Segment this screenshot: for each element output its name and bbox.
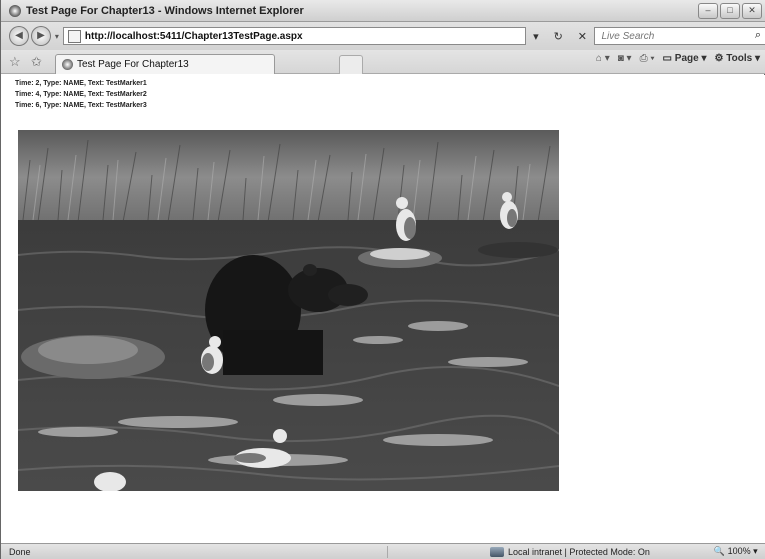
- marker-line: Time: 4, Type: NAME, Text: TestMarker2: [15, 91, 147, 98]
- new-tab-button[interactable]: [339, 55, 363, 74]
- marker-list: Time: 2, Type: NAME, Text: TestMarker1 T…: [15, 78, 147, 111]
- address-dropdown-icon[interactable]: ▾: [533, 30, 539, 43]
- divider: [387, 545, 388, 558]
- close-icon[interactable]: ✕: [742, 3, 762, 19]
- page-menu-label: Page: [674, 53, 699, 64]
- tools-menu-label: Tools: [726, 53, 753, 64]
- maximize-icon[interactable]: □: [720, 3, 740, 19]
- address-row: ◀ ▶ ▾ http://localhost:5411/Chapter13Tes…: [1, 22, 765, 50]
- tools-menu[interactable]: ⚙ Tools ▾: [715, 53, 761, 64]
- print-icon[interactable]: ⎙ ▾: [640, 53, 655, 64]
- page-menu[interactable]: ▭ Page ▾: [663, 53, 707, 64]
- status-bar: Done Local intranet | Protected Mode: On…: [1, 543, 765, 559]
- address-url[interactable]: http://localhost:5411/Chapter13TestPage.…: [85, 31, 303, 42]
- address-bar[interactable]: http://localhost:5411/Chapter13TestPage.…: [62, 27, 526, 45]
- browser-window: Test Page For Chapter13 - Windows Intern…: [0, 0, 765, 559]
- search-box[interactable]: ⌕: [594, 27, 765, 45]
- tab-page-icon: [62, 58, 73, 70]
- status-text: Done: [9, 546, 31, 557]
- command-bar: ⌂ ▾ ◙ ▾ ⎙ ▾ ▭ Page ▾ ⚙ Tools ▾: [596, 53, 760, 64]
- video-bear-gulls[interactable]: [18, 130, 559, 491]
- page-content: Time: 2, Type: NAME, Text: TestMarker1 T…: [1, 75, 765, 543]
- minimize-icon[interactable]: –: [698, 3, 718, 19]
- search-input[interactable]: [599, 29, 744, 43]
- zoom-level: 100%: [727, 546, 751, 556]
- security-zone[interactable]: Local intranet | Protected Mode: On: [490, 546, 650, 557]
- favorites-star-icon[interactable]: ☆: [9, 54, 23, 70]
- home-icon[interactable]: ⌂ ▾: [596, 53, 610, 64]
- tab-test-page[interactable]: Test Page For Chapter13: [55, 53, 275, 74]
- refresh-icon[interactable]: ↻: [554, 30, 563, 43]
- add-favorites-icon[interactable]: ✩: [31, 54, 45, 70]
- zoom-control[interactable]: 🔍 100% ▾: [714, 546, 758, 557]
- address-controls: ▾ ↻ ✕: [526, 27, 595, 45]
- window-title: Test Page For Chapter13 - Windows Intern…: [26, 4, 304, 17]
- forward-button[interactable]: ▶: [30, 26, 51, 46]
- feeds-icon[interactable]: ◙ ▾: [618, 53, 632, 64]
- recent-pages-dropdown-icon[interactable]: ▾: [55, 32, 59, 41]
- bear-river-image: [18, 130, 559, 491]
- security-zone-label: Local intranet | Protected Mode: On: [508, 546, 650, 557]
- window-controls: – □ ✕: [698, 3, 762, 19]
- marker-line: Time: 6, Type: NAME, Text: TestMarker3: [15, 102, 147, 109]
- title-bar: Test Page For Chapter13 - Windows Intern…: [1, 0, 765, 22]
- tab-row: ☆ ✩ Test Page For Chapter13 ⌂ ▾ ◙ ▾ ⎙ ▾ …: [1, 50, 765, 74]
- stop-icon[interactable]: ✕: [578, 30, 587, 43]
- search-icon[interactable]: ⌕: [755, 29, 761, 42]
- marker-line: Time: 2, Type: NAME, Text: TestMarker1: [15, 80, 147, 87]
- tab-label: Test Page For Chapter13: [77, 58, 189, 70]
- back-button[interactable]: ◀: [9, 26, 29, 46]
- page-icon: [67, 29, 81, 43]
- ie-logo-icon: [9, 4, 21, 17]
- intranet-zone-icon: [490, 546, 504, 557]
